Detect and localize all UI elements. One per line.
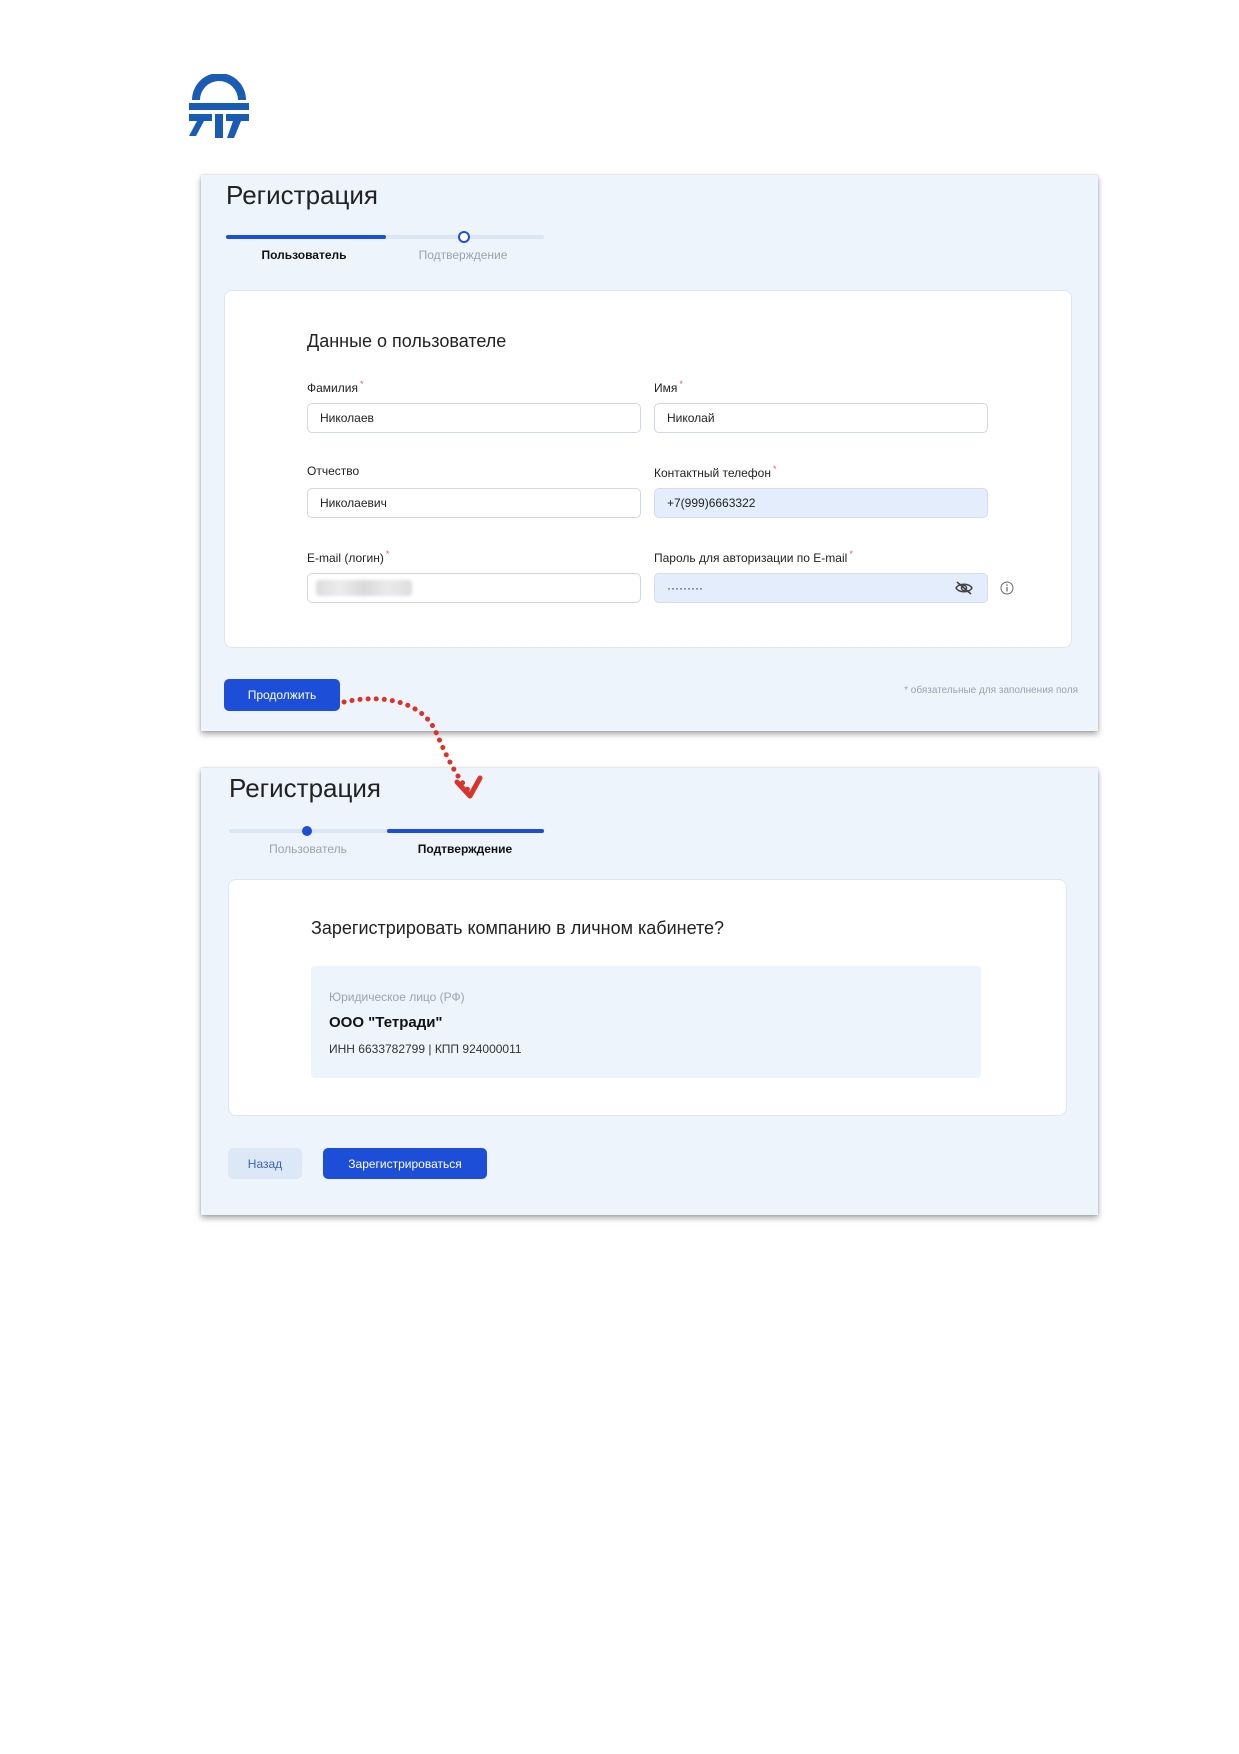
step-indicator-dot [302, 826, 312, 836]
entity-type: Юридическое лицо (РФ) [329, 990, 465, 1004]
company-logo [189, 74, 249, 138]
page-title: Регистрация [226, 180, 378, 210]
step-indicator-dot [458, 231, 470, 243]
progress-fill [387, 829, 544, 833]
user-data-card: Данные о пользователе Фамилия * Николаев … [224, 290, 1072, 648]
email-redacted [316, 580, 412, 596]
password-value: ········· [667, 581, 703, 595]
tab-user[interactable]: Пользователь [223, 842, 393, 856]
register-button[interactable]: Зарегистрироваться [323, 1148, 487, 1179]
patronymic-input[interactable]: Николаевич [307, 488, 641, 518]
password-label: Пароль для авторизации по E-mail * [654, 549, 853, 565]
email-input[interactable] [307, 573, 641, 603]
phone-input[interactable]: +7(999)6663322 [654, 488, 988, 518]
flow-arrow-icon [341, 696, 483, 799]
continue-button[interactable]: Продолжить [224, 679, 340, 711]
back-button[interactable]: Назад [228, 1148, 302, 1179]
phone-label: Контактный телефон * [654, 464, 777, 480]
progress-fill [226, 235, 386, 239]
last-name-input[interactable]: Николаев [307, 403, 641, 433]
company-info-box: Юридическое лицо (РФ) ООО "Тетради" ИНН … [311, 966, 981, 1078]
company-name: ООО "Тетради" [329, 1014, 443, 1031]
last-name-label: Фамилия * [307, 379, 364, 395]
tab-user[interactable]: Пользователь [219, 248, 389, 262]
tab-confirmation[interactable]: Подтверждение [378, 248, 548, 262]
registration-step-user-panel: Регистрация Пользователь Подтверждение Д… [201, 175, 1098, 731]
confirmation-card: Зарегистрировать компанию в личном кабин… [228, 879, 1067, 1116]
email-label: E-mail (логин) * [307, 549, 390, 565]
tab-confirmation[interactable]: Подтверждение [380, 842, 550, 856]
confirmation-question: Зарегистрировать компанию в личном кабин… [311, 918, 725, 938]
first-name-label: Имя * [654, 379, 683, 395]
first-name-input[interactable]: Николай [654, 403, 988, 433]
password-input[interactable]: ········· [654, 573, 988, 603]
patronymic-label: Отчество [307, 464, 360, 478]
eye-off-icon[interactable] [955, 581, 973, 595]
company-ids: ИНН 6633782799 | КПП 924000011 [329, 1042, 522, 1056]
info-icon[interactable] [1000, 581, 1014, 595]
registration-step-confirm-panel: Регистрация Пользователь Подтверждение З… [201, 768, 1098, 1215]
required-fields-note: * обязательные для заполнения поля [904, 685, 1078, 696]
card-title: Данные о пользователе [307, 331, 507, 351]
